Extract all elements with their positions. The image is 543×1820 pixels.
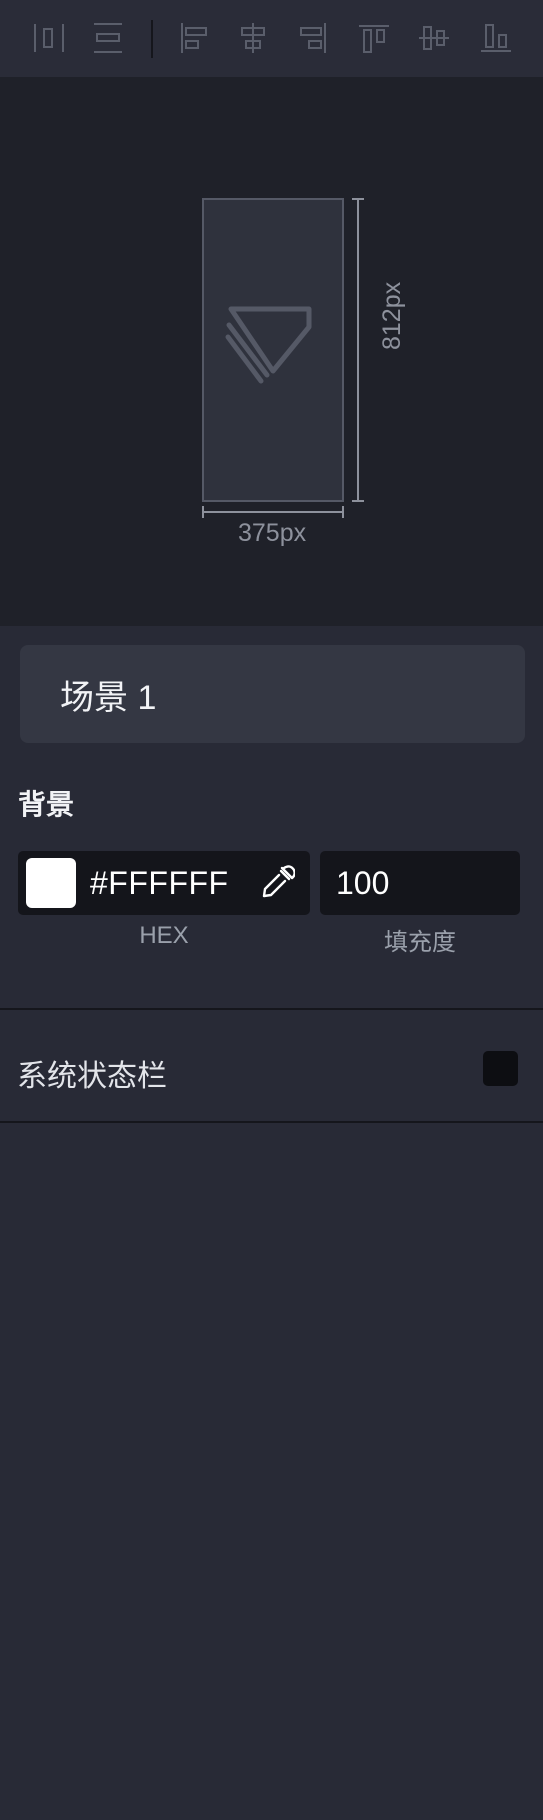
align-right-icon[interactable] bbox=[293, 18, 333, 58]
scene-name-input[interactable]: 场景 1 bbox=[20, 645, 525, 743]
brand-logo-icon bbox=[225, 306, 312, 384]
distribute-vertical-icon[interactable] bbox=[88, 18, 128, 58]
toolbar-separator bbox=[151, 20, 153, 58]
status-bar-label: 系统状态栏 bbox=[17, 1060, 167, 1093]
canvas-preview: 812px 375px bbox=[0, 77, 543, 626]
align-left-icon[interactable] bbox=[174, 18, 214, 58]
hex-value[interactable]: #FFFFFF bbox=[90, 851, 229, 915]
section-divider bbox=[0, 1121, 543, 1123]
hex-caption: HEX bbox=[139, 922, 189, 949]
align-center-horizontal-icon[interactable] bbox=[233, 18, 273, 58]
width-dimension-line bbox=[202, 506, 344, 518]
eyedropper-icon[interactable] bbox=[259, 865, 295, 901]
align-top-icon[interactable] bbox=[354, 18, 394, 58]
height-label: 812px bbox=[378, 281, 406, 350]
hex-color-field[interactable]: #FFFFFF bbox=[18, 851, 310, 915]
status-bar-checkbox[interactable] bbox=[483, 1051, 518, 1086]
alignment-toolbar bbox=[0, 0, 543, 78]
background-section-title: 背景 bbox=[18, 789, 75, 820]
section-divider bbox=[0, 1008, 543, 1010]
distribute-horizontal-icon[interactable] bbox=[29, 18, 69, 58]
height-dimension-line bbox=[352, 198, 364, 502]
fill-opacity-input[interactable]: 100 bbox=[320, 851, 520, 915]
color-swatch[interactable] bbox=[26, 858, 76, 908]
align-bottom-icon[interactable] bbox=[476, 18, 516, 58]
width-label: 375px bbox=[238, 519, 307, 547]
fill-caption: 填充度 bbox=[384, 929, 456, 956]
align-middle-vertical-icon[interactable] bbox=[414, 18, 454, 58]
